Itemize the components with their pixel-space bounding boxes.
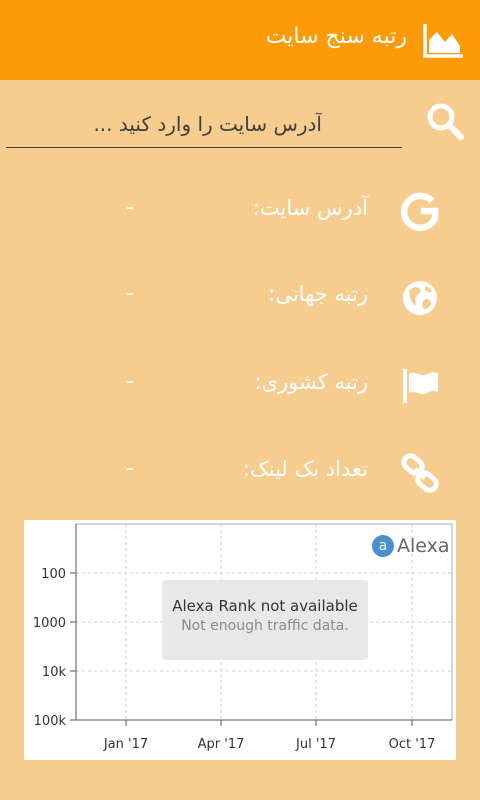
info-row-country-rank: رتبه کشوری: - (0, 356, 480, 412)
x-tick-label: Jul '17 (295, 737, 336, 752)
info-row-global-rank: رتبه جهانی: - (0, 268, 480, 324)
global-rank-label: رتبه جهانی: (268, 282, 368, 306)
notice-subtitle: Not enough traffic data. (181, 618, 349, 634)
area-chart-icon (423, 24, 463, 58)
link-icon (401, 453, 439, 493)
app-title: رتبه سنج سایت (265, 24, 407, 49)
global-rank-value: - (126, 281, 134, 306)
search-input[interactable] (6, 100, 402, 148)
alexa-chart: 100 1000 10k 100k Jan '17 Apr '17 Jul '1… (24, 520, 456, 760)
x-tick-label: Apr '17 (198, 737, 245, 752)
y-tick-label: 10k (42, 665, 67, 680)
alexa-logo-text: Alexa (397, 535, 450, 557)
country-rank-value: - (126, 369, 134, 394)
info-row-address: آدرس سایت: - (0, 182, 480, 238)
address-label: آدرس سایت: (252, 196, 368, 220)
alexa-logo-icon: a (372, 535, 394, 557)
flag-icon (403, 369, 438, 403)
notice-title: Alexa Rank not available (172, 597, 358, 615)
x-tick-label: Jan '17 (103, 737, 148, 752)
backlinks-label: تعداد بک لینک: (242, 457, 368, 481)
y-tick-label: 100k (34, 714, 67, 729)
backlinks-value: - (126, 456, 134, 481)
alexa-logo: a Alexa (372, 532, 450, 560)
address-value: - (126, 195, 134, 220)
country-rank-label: رتبه کشوری: (254, 370, 369, 394)
info-row-backlinks: تعداد بک لینک: - (0, 443, 480, 499)
y-tick-label: 1000 (33, 616, 66, 631)
search-icon[interactable] (424, 100, 466, 142)
y-tick-label: 100 (41, 567, 66, 582)
google-icon (401, 192, 439, 232)
app-bar: رتبه سنج سایت (0, 0, 480, 80)
globe-icon (403, 281, 437, 315)
x-tick-label: Oct '17 (389, 737, 436, 752)
rank-unavailable-notice: Alexa Rank not available Not enough traf… (162, 580, 368, 660)
